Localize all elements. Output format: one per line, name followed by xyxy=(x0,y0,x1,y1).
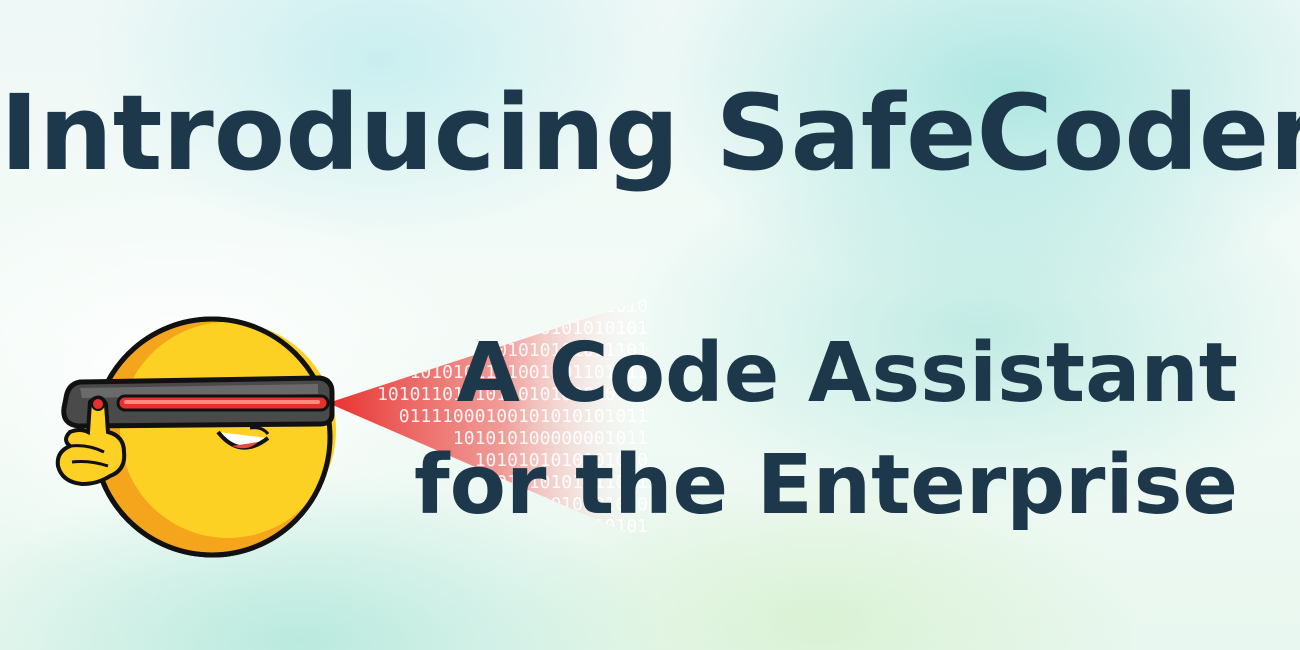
emoji-face-icon xyxy=(91,316,336,558)
subtitle-line-2: for the Enterprise xyxy=(413,438,1238,533)
subtitle: A Code Assistant for the Enterprise xyxy=(414,318,1238,542)
page-title: Introducing SafeCoder xyxy=(0,72,1300,194)
subtitle-line-1: A Code Assistant xyxy=(456,326,1238,421)
binary-row: 1010101010101010 xyxy=(475,296,648,317)
